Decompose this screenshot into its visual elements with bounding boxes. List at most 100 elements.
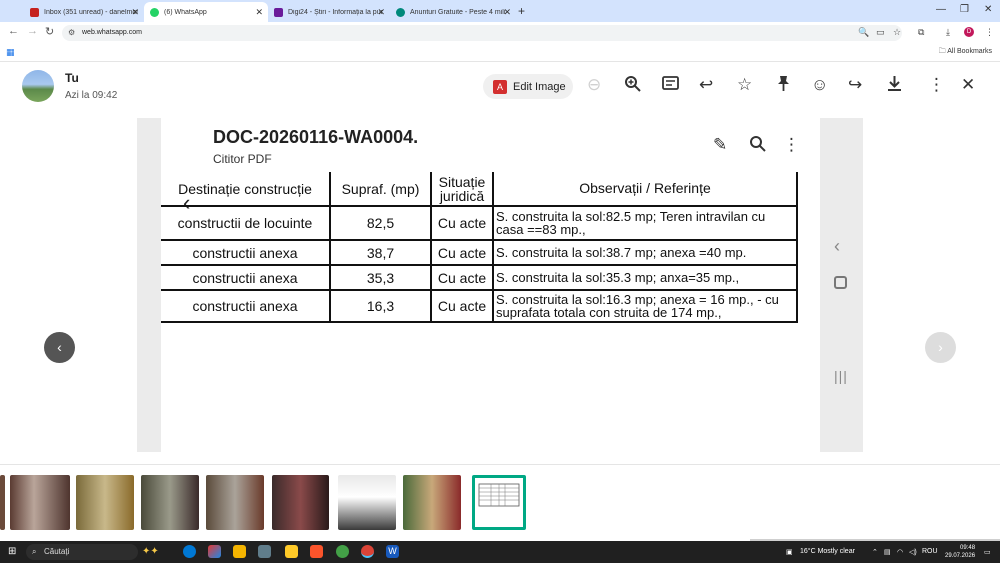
- site-info-icon[interactable]: ⚙: [68, 25, 75, 41]
- windows-start-icon[interactable]: ⊞: [8, 546, 16, 557]
- media-thumbnail[interactable]: [272, 475, 329, 530]
- table-cell: S. construita la sol:16.3 mp; anexa = 16…: [492, 289, 798, 323]
- table-cell: 38,7: [329, 239, 432, 266]
- chrome-icon[interactable]: [361, 545, 374, 558]
- doc-search-icon: [749, 135, 766, 157]
- table-cell: 35,3: [329, 264, 432, 291]
- language-indicator[interactable]: ROU: [922, 548, 938, 555]
- clock-date: 29.07.2026: [945, 553, 976, 559]
- pin-icon[interactable]: [775, 75, 792, 97]
- app-green-icon[interactable]: [336, 545, 349, 558]
- more-options-icon[interactable]: ⋮: [928, 75, 945, 95]
- edit-image-label: Edit Image: [513, 80, 566, 93]
- wifi-icon[interactable]: ◠: [897, 548, 903, 556]
- edge-icon[interactable]: [183, 545, 196, 558]
- minimize-icon[interactable]: —: [936, 4, 946, 15]
- menu-icon[interactable]: ⋮: [985, 27, 994, 38]
- zoom-in-icon[interactable]: [624, 75, 641, 97]
- apps-grid-icon[interactable]: ▦: [6, 47, 15, 58]
- restore-icon[interactable]: ❐: [960, 4, 969, 15]
- document-table: Destinație construcție Supraf. (mp) Situ…: [161, 172, 798, 323]
- go-to-message-icon[interactable]: [662, 75, 679, 97]
- table-cell: S. construita la sol:35.3 mp; anxa=35 mp…: [492, 264, 798, 291]
- word-icon[interactable]: W: [386, 545, 399, 558]
- notifications-icon[interactable]: ▭: [984, 548, 991, 556]
- forward-icon[interactable]: ↪: [848, 75, 862, 95]
- message-time: Azi la 09:42: [65, 90, 118, 101]
- forward-icon[interactable]: →: [27, 25, 38, 37]
- reload-icon[interactable]: ↻: [45, 25, 54, 38]
- table-cell: constructii anexa: [161, 264, 331, 291]
- media-thumbnail[interactable]: [338, 475, 396, 530]
- weather-icon[interactable]: ▣: [786, 548, 793, 556]
- previous-media-button[interactable]: ‹: [44, 332, 75, 363]
- table-cell: Cu acte: [430, 239, 494, 266]
- media-thumbnail[interactable]: [10, 475, 70, 530]
- copilot-icon[interactable]: [208, 545, 221, 558]
- tab-gmail[interactable]: Inbox (351 unread) - danelmon ✕: [24, 2, 144, 22]
- tray-app-icon[interactable]: ▤: [884, 548, 891, 556]
- media-thumbnail[interactable]: [0, 475, 5, 530]
- clock[interactable]: 09:48 29.07.2026: [945, 544, 975, 560]
- media-thumbnail[interactable]: [403, 475, 461, 530]
- star-icon[interactable]: ☆: [737, 75, 752, 95]
- browser-tab-bar: Inbox (351 unread) - danelmon ✕ (6) What…: [0, 0, 1000, 22]
- zoom-out-icon[interactable]: ⊖: [587, 75, 601, 95]
- tab-digi24[interactable]: Digi24 - Știri - Informația la pur ✕: [268, 2, 390, 22]
- downloads-icon[interactable]: ⤓: [946, 27, 950, 38]
- digi24-icon: [274, 7, 283, 17]
- url-text: web.whatsapp.com: [82, 29, 142, 36]
- close-icon[interactable]: ✕: [255, 7, 263, 18]
- header-cell: Observații / Referințe: [492, 172, 798, 207]
- weather-text[interactable]: 16°C Mostly clear: [800, 548, 855, 555]
- edit-image-button[interactable]: A Edit Image: [483, 74, 573, 99]
- file-explorer-icon[interactable]: [285, 545, 298, 558]
- document-title: DOC-20260116-WA0004.: [213, 127, 419, 147]
- copilot-widget-icon[interactable]: ✦✦: [142, 546, 159, 557]
- media-thumbnail[interactable]: [206, 475, 264, 530]
- media-thumbnail[interactable]: [76, 475, 134, 530]
- store-icon[interactable]: [233, 545, 246, 558]
- app-icon[interactable]: [258, 545, 271, 558]
- next-media-button[interactable]: ›: [925, 332, 956, 363]
- close-window-icon[interactable]: ✕: [984, 4, 992, 15]
- doc-edit-icon: ✎: [713, 135, 728, 154]
- doc-recents-icon: |||: [834, 368, 848, 384]
- extensions-icon[interactable]: ⧉: [918, 27, 924, 38]
- tray-overflow-icon[interactable]: ⌃: [872, 548, 878, 556]
- media-thumbnail[interactable]: [141, 475, 199, 530]
- bookmark-star-icon[interactable]: ☆: [893, 27, 901, 38]
- table-cell: S. construita la sol:82.5 mp; Teren intr…: [492, 205, 798, 241]
- zoom-icon[interactable]: 🔍: [858, 27, 869, 38]
- table-cell: constructii de locuinte: [161, 205, 331, 241]
- new-tab-icon[interactable]: +: [518, 4, 525, 18]
- close-icon[interactable]: ✕: [503, 7, 511, 18]
- table-cell: Cu acte: [430, 289, 494, 323]
- taskbar-search[interactable]: ⌕ Căutați: [26, 544, 138, 560]
- header-cell: Supraf. (mp): [329, 172, 432, 207]
- tab-whatsapp[interactable]: (6) WhatsApp ✕: [144, 2, 268, 22]
- close-icon[interactable]: ✕: [377, 7, 385, 18]
- table-cell: 16,3: [329, 289, 432, 323]
- profile-avatar[interactable]: D: [964, 27, 974, 37]
- download-icon[interactable]: [886, 75, 903, 97]
- doc-square-icon: [834, 276, 847, 289]
- volume-icon[interactable]: ◁): [909, 548, 917, 556]
- brave-icon[interactable]: [310, 545, 323, 558]
- back-icon[interactable]: ←: [8, 25, 19, 37]
- all-bookmarks-link[interactable]: 🗀 All Bookmarks: [939, 47, 992, 58]
- url-field[interactable]: ⚙ web.whatsapp.com: [62, 25, 902, 41]
- table-cell: Cu acte: [430, 205, 494, 241]
- table-cell: constructii anexa: [161, 239, 331, 266]
- header-cell: Destinație construcție: [161, 172, 331, 207]
- tab-anunturi[interactable]: Anunturi Gratuite - Peste 4 mili ✕: [390, 2, 516, 22]
- close-icon[interactable]: ✕: [131, 7, 139, 18]
- reply-icon[interactable]: ↩: [699, 75, 713, 95]
- media-thumbnail-selected[interactable]: [472, 475, 526, 530]
- install-app-icon[interactable]: ▭: [876, 27, 885, 38]
- table-row: constructii anexa 16,3 Cu acte S. constr…: [161, 289, 798, 323]
- react-icon[interactable]: ☺: [811, 75, 828, 95]
- whatsapp-icon: [150, 7, 159, 17]
- search-icon: ⌕: [32, 547, 37, 556]
- close-viewer-icon[interactable]: ✕: [961, 75, 975, 95]
